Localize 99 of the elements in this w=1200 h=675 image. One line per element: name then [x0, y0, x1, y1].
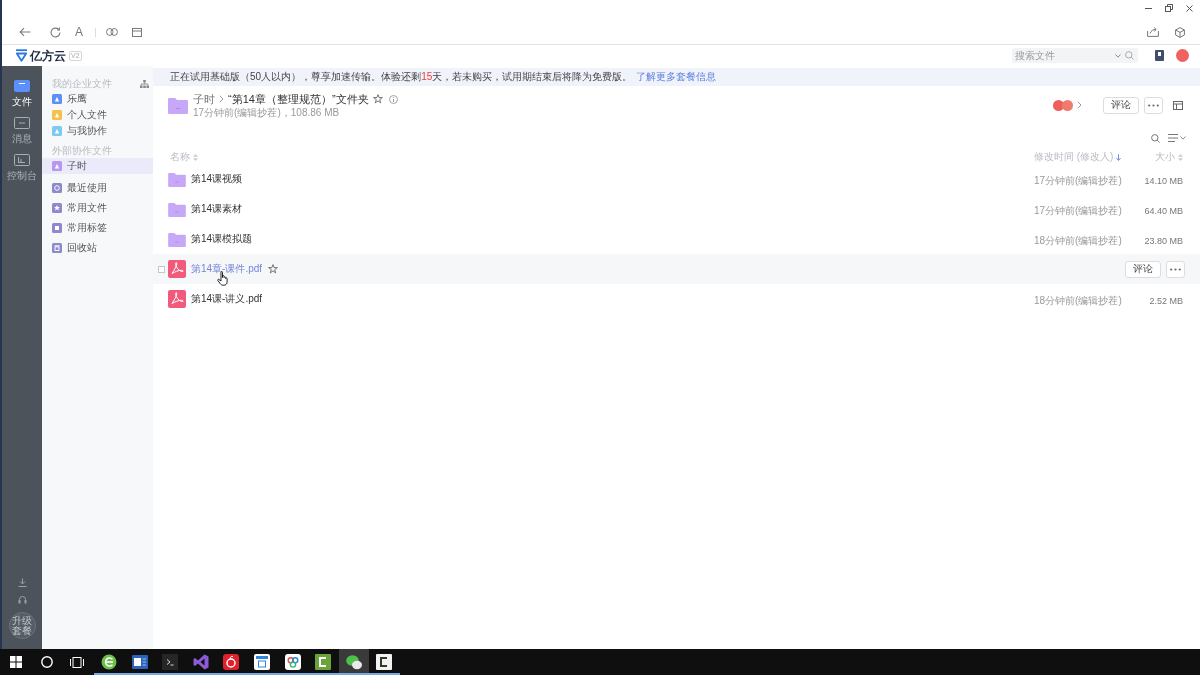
panel-icon[interactable]	[1173, 100, 1183, 110]
headset-icon[interactable]	[17, 595, 27, 604]
file-card-icon	[14, 80, 30, 92]
sidebar-item[interactable]: 常用标签	[42, 218, 153, 238]
chat-bubbles-icon	[345, 654, 362, 670]
folder-icon	[168, 171, 186, 187]
file-name[interactable]: 第14课模拟题	[191, 232, 253, 246]
download-icon[interactable]	[17, 578, 27, 587]
more-icon	[1170, 267, 1181, 271]
book-icon[interactable]	[1155, 50, 1164, 61]
modified-time: 17分钟前(编辑抄茬)	[1034, 175, 1122, 186]
checkbox[interactable]	[158, 265, 165, 273]
file-name[interactable]: 第14课素材	[191, 202, 243, 216]
windows-logo-icon	[10, 656, 23, 668]
ribbon-logo-icon	[192, 654, 209, 670]
modified-time: 18分钟前(编辑抄茬)	[1034, 235, 1122, 246]
terminal-icon	[162, 654, 179, 670]
logo-text: 亿方云	[30, 48, 66, 63]
minimize-icon[interactable]	[1145, 7, 1152, 9]
chevron-right-icon	[219, 95, 224, 103]
more-icon	[1148, 103, 1159, 107]
file-name[interactable]: 第14课视频	[191, 172, 243, 186]
section-title: 我的企业文件	[52, 78, 112, 90]
file-size: 23.80 MB	[1144, 236, 1183, 246]
comment-button[interactable]: 评论	[1125, 260, 1161, 278]
bracket-app-icon	[315, 654, 332, 670]
hand-cursor-icon	[217, 271, 229, 286]
task-view-icon	[70, 656, 85, 668]
bin-tile-icon	[52, 243, 62, 253]
link-icon[interactable]	[106, 28, 118, 36]
logo-icon	[15, 49, 28, 62]
info-icon[interactable]	[388, 94, 398, 104]
close-icon[interactable]	[1186, 4, 1193, 12]
square-tile-icon	[52, 223, 62, 233]
sidebar-item[interactable]: 回收站	[42, 238, 153, 258]
taskbar-button[interactable]	[338, 649, 370, 675]
share-icon[interactable]	[1147, 27, 1159, 37]
pdf-file-icon	[168, 260, 186, 278]
file-row[interactable]: 第14课模拟题 18分钟前(编辑抄茬) 23.80 MB	[153, 224, 1200, 254]
modified-time: 17分钟前(编辑抄茬)	[1034, 205, 1122, 216]
caret-icon[interactable]	[1180, 136, 1186, 140]
back-icon[interactable]	[19, 27, 31, 37]
sidebar-item[interactable]: 常用文件	[42, 198, 153, 218]
ring-app-icon	[223, 654, 240, 670]
star-tile-icon	[52, 203, 62, 213]
pdf-file-icon	[168, 290, 186, 308]
sidebar-item[interactable]: 与我协作	[42, 123, 153, 139]
bracket-app-icon	[376, 654, 393, 670]
org-chart-icon[interactable]	[140, 80, 149, 88]
sidebar-item[interactable]: 乐鹰	[42, 91, 153, 107]
file-name[interactable]: 第14课-讲义.pdf	[191, 292, 263, 306]
user-avatar[interactable]	[1176, 49, 1189, 62]
member-avatar[interactable]	[1062, 99, 1073, 111]
rings-app-icon	[284, 654, 301, 670]
file-size: 64.40 MB	[1144, 206, 1183, 216]
restore-icon[interactable]	[1165, 4, 1173, 12]
calendar-icon	[254, 654, 271, 670]
file-row[interactable]: 第14课-讲义.pdf 18分钟前(编辑抄茬) 2.52 MB	[153, 284, 1200, 314]
file-row[interactable]: 第14章-课件.pdf 评论	[153, 254, 1200, 284]
breadcrumb-link[interactable]: 子时	[193, 91, 215, 107]
browser-icon	[101, 654, 118, 670]
file-row[interactable]: 第14课素材 17分钟前(编辑抄茬) 64.40 MB	[153, 194, 1200, 224]
folder-meta: 17分钟前(编辑抄茬)，108.86 MB	[193, 107, 341, 118]
sort-down-icon[interactable]	[1116, 153, 1122, 161]
nav-item[interactable]: 文件	[12, 80, 32, 108]
document-app-icon	[131, 654, 148, 670]
nav-item[interactable]: 控制台	[7, 154, 37, 182]
upgrade-button[interactable]: 升级套餐	[8, 612, 36, 639]
sidebar-item[interactable]: 最近使用	[42, 178, 153, 198]
folder-icon	[168, 231, 186, 247]
search-field[interactable]: 搜索文件	[1012, 48, 1138, 63]
list-view-icon[interactable]	[1168, 134, 1178, 142]
cube-icon[interactable]	[1175, 26, 1185, 38]
folder-icon	[168, 201, 186, 217]
chart-icon	[14, 154, 30, 166]
caret-icon[interactable]	[1115, 54, 1121, 58]
nav-item[interactable]: 消息	[12, 117, 32, 145]
comment-button[interactable]: 评论	[1103, 96, 1139, 114]
file-row[interactable]: 第14课视频 17分钟前(编辑抄茬) 14.10 MB	[153, 164, 1200, 194]
window-icon[interactable]	[132, 27, 142, 37]
message-box-icon	[14, 117, 30, 129]
refresh-icon[interactable]	[50, 26, 61, 38]
folder-title: “第14章（整理规范）”文件夹	[228, 91, 369, 107]
star-icon[interactable]	[372, 94, 383, 104]
trial-notice: 正在试用基础版（50人以内），尊享加速传输。体验还剩15天，若未购买，试用期结束后将降为免费版。	[170, 70, 633, 84]
ring-tile-icon	[52, 183, 62, 193]
sidebar-item[interactable]: 子时	[42, 158, 153, 174]
modified-time: 18分钟前(编辑抄茬)	[1034, 295, 1122, 306]
member-avatar[interactable]	[1053, 99, 1064, 111]
search-icon[interactable]	[1151, 133, 1160, 143]
font-button[interactable]: A	[75, 25, 83, 39]
sidebar-item[interactable]: 个人文件	[42, 107, 153, 123]
star-icon[interactable]	[268, 264, 279, 274]
file-size: 2.52 MB	[1149, 296, 1183, 306]
circle-icon	[40, 656, 53, 668]
file-size: 14.10 MB	[1144, 176, 1183, 186]
plans-link[interactable]: 了解更多套餐信息	[636, 70, 717, 84]
folder-icon	[168, 96, 188, 114]
chevron-right-icon[interactable]	[1077, 101, 1082, 109]
